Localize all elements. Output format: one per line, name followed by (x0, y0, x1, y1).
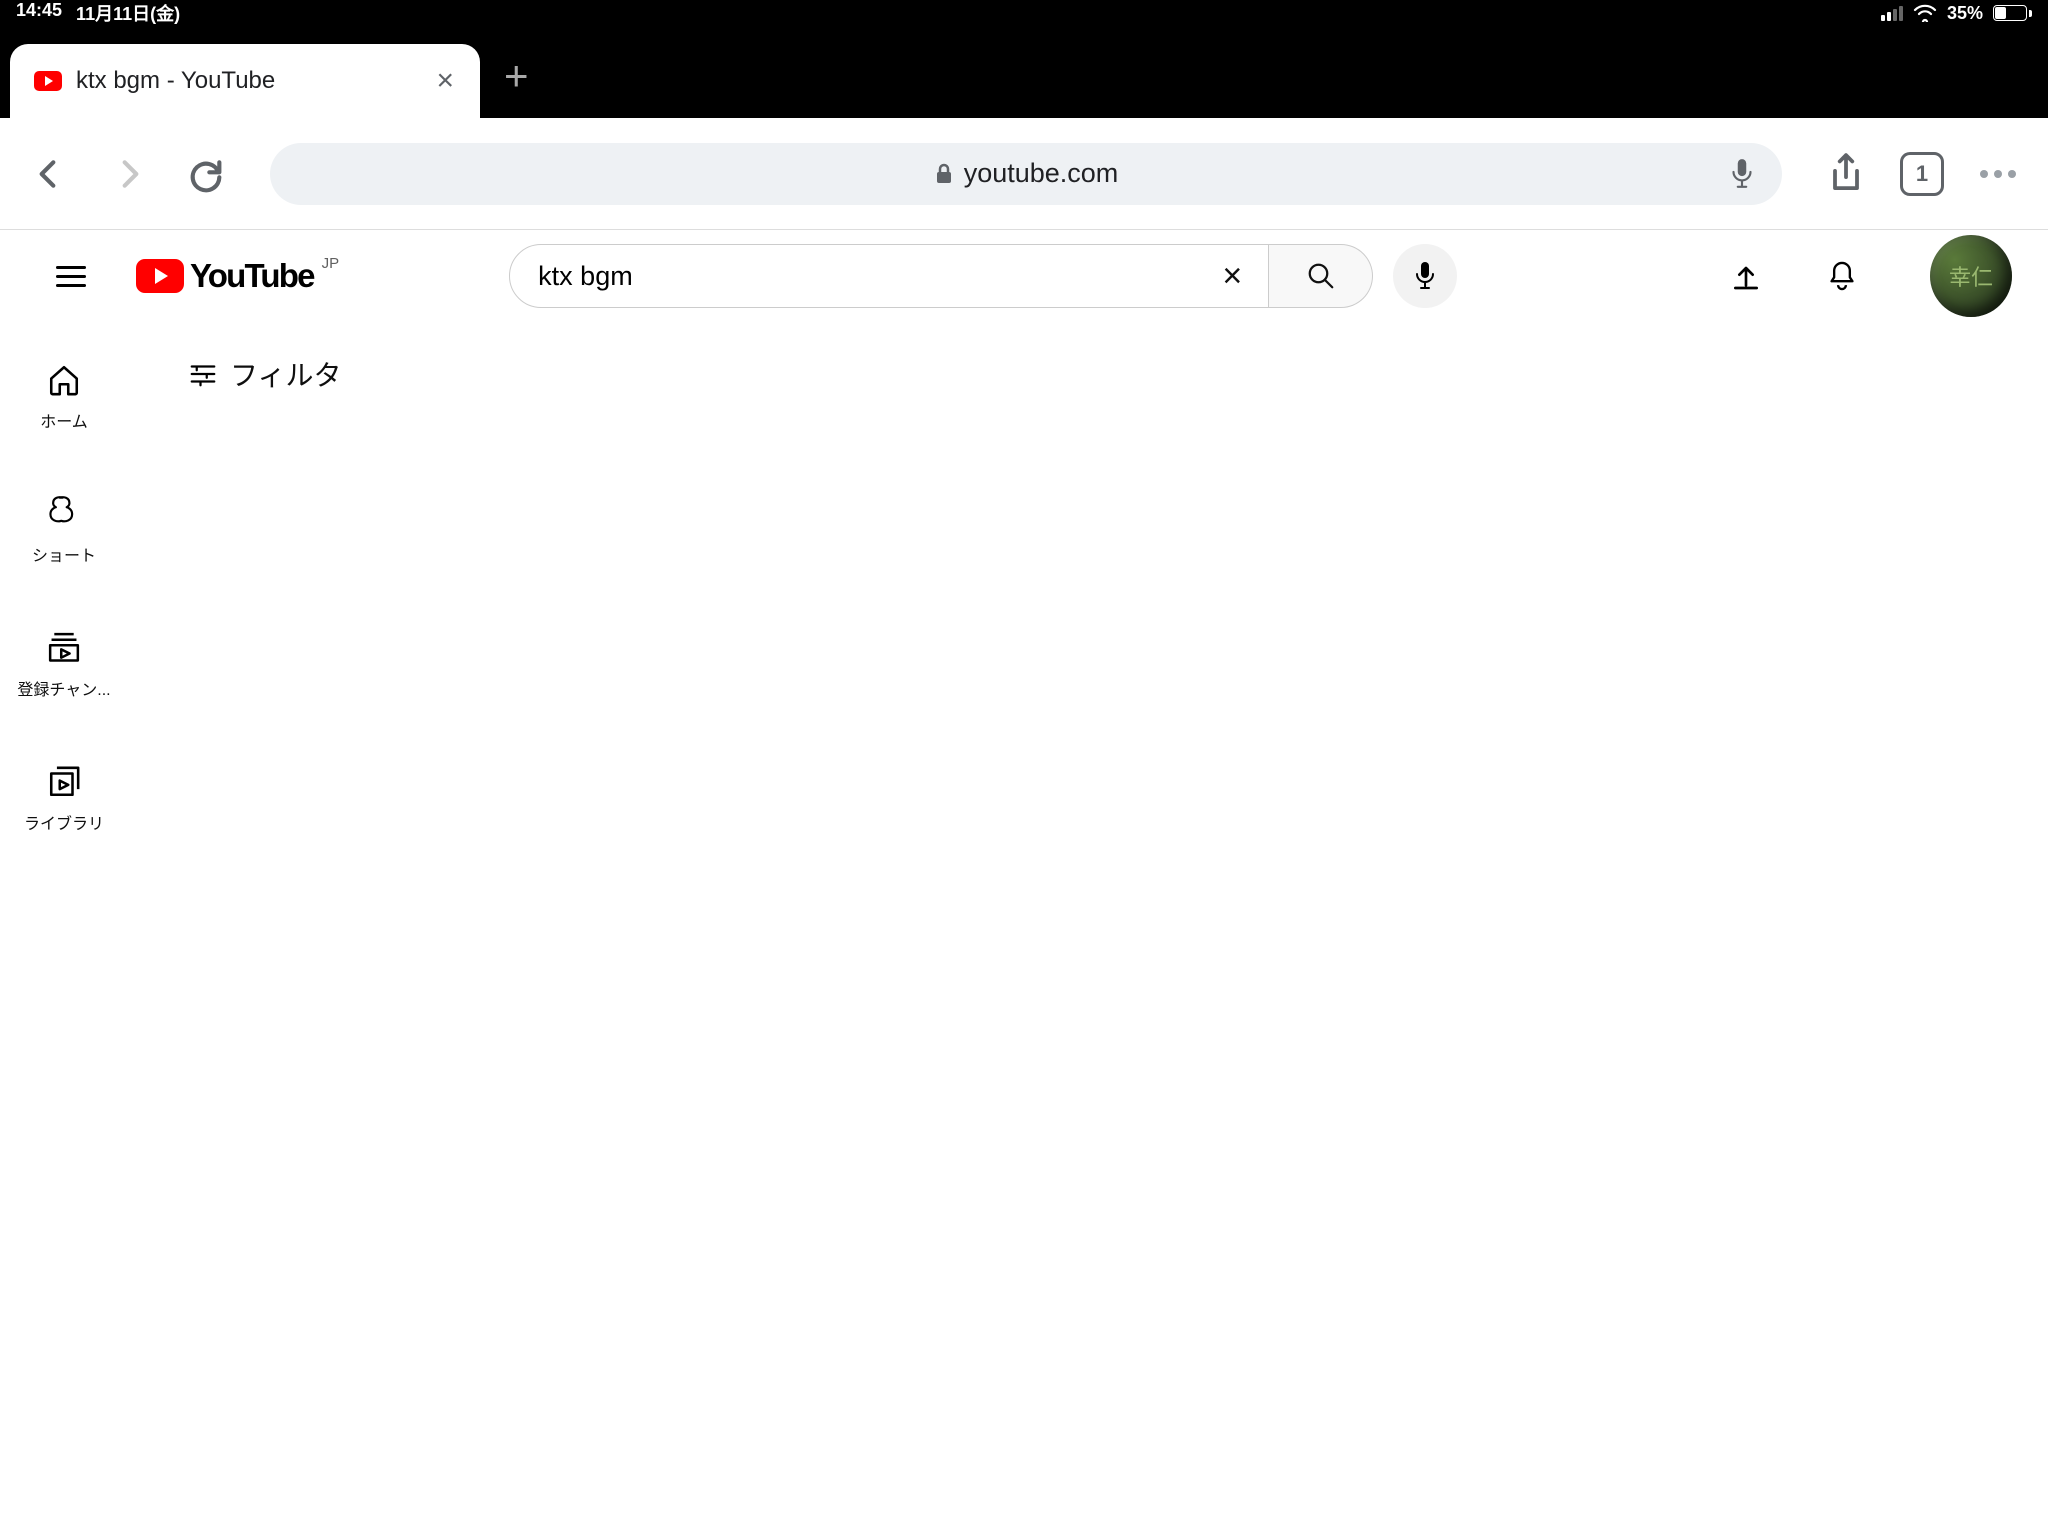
browser-toolbar: youtube.com 1 (0, 118, 2048, 230)
browser-tab-active[interactable]: ktx bgm - YouTube × (10, 44, 480, 118)
search-form: × (509, 244, 1457, 308)
rail-library-label: ライブラリ (24, 810, 104, 834)
search-input[interactable] (538, 261, 1214, 292)
youtube-logo[interactable]: YouTube JP (136, 257, 339, 295)
back-button[interactable] (26, 150, 74, 198)
youtube-region: JP (322, 255, 340, 272)
rail-subscriptions[interactable]: 登録チャン... (0, 630, 128, 700)
cellular-signal-icon (1881, 6, 1903, 21)
avatar-button[interactable]: 幸仁 (1930, 235, 2012, 317)
new-tab-button[interactable]: + (480, 52, 553, 118)
rail-library[interactable]: ライブラリ (0, 764, 128, 834)
clear-search-button[interactable]: × (1214, 259, 1250, 293)
tabs-overview-button[interactable]: 1 (1900, 152, 1944, 196)
address-bar[interactable]: youtube.com (270, 143, 1782, 205)
search-button[interactable] (1269, 244, 1373, 308)
subscriptions-icon (46, 630, 82, 666)
rail-subs-label: 登録チャン... (17, 676, 110, 700)
guide-menu-button[interactable] (46, 256, 96, 297)
youtube-mark-icon (136, 259, 184, 293)
mini-guide: ホーム ショート 登録チャン... ライブラリ (0, 322, 128, 1536)
status-time: 14:45 (16, 0, 62, 26)
filter-icon (188, 361, 218, 387)
rail-home[interactable]: ホーム (0, 362, 128, 432)
url-mic-icon[interactable] (1722, 154, 1762, 194)
rail-shorts[interactable]: ショート (0, 496, 128, 566)
results-area: フィルタ (128, 322, 2048, 1536)
wifi-icon (1913, 4, 1937, 22)
library-icon (46, 764, 82, 800)
notifications-button[interactable] (1814, 248, 1870, 304)
reload-button[interactable] (182, 150, 230, 198)
url-host: youtube.com (964, 158, 1119, 189)
search-box[interactable]: × (509, 244, 1269, 308)
rail-home-label: ホーム (40, 408, 88, 432)
voice-search-button[interactable] (1393, 244, 1457, 308)
create-upload-button[interactable] (1718, 248, 1774, 304)
forward-button[interactable] (104, 150, 152, 198)
filter-button[interactable]: フィルタ (128, 322, 2048, 394)
battery-icon (1993, 5, 2032, 21)
status-date: 11月11日(金) (76, 0, 180, 26)
browser-menu-button[interactable] (1974, 150, 2022, 198)
close-tab-button[interactable]: × (430, 60, 460, 102)
battery-percent: 35% (1947, 3, 1983, 24)
tab-title: ktx bgm - YouTube (76, 67, 416, 95)
youtube-header: YouTube JP × 幸仁 (0, 230, 2048, 322)
youtube-wordmark: YouTube (190, 257, 314, 295)
browser-tab-strip: ktx bgm - YouTube × + (0, 26, 2048, 118)
filter-label: フィルタ (230, 354, 341, 394)
home-icon (46, 362, 82, 398)
lock-icon (934, 162, 954, 186)
share-button[interactable] (1822, 150, 1870, 198)
avatar-initials: 幸仁 (1949, 260, 1993, 292)
rail-shorts-label: ショート (32, 542, 96, 566)
youtube-favicon-icon (34, 71, 62, 91)
shorts-icon (46, 496, 82, 532)
main-content: ホーム ショート 登録チャン... ライブラリ フィルタ (0, 322, 2048, 1536)
device-status-bar: 14:45 11月11日(金) 35% (0, 0, 2048, 26)
tabs-count-label: 1 (1916, 161, 1928, 187)
